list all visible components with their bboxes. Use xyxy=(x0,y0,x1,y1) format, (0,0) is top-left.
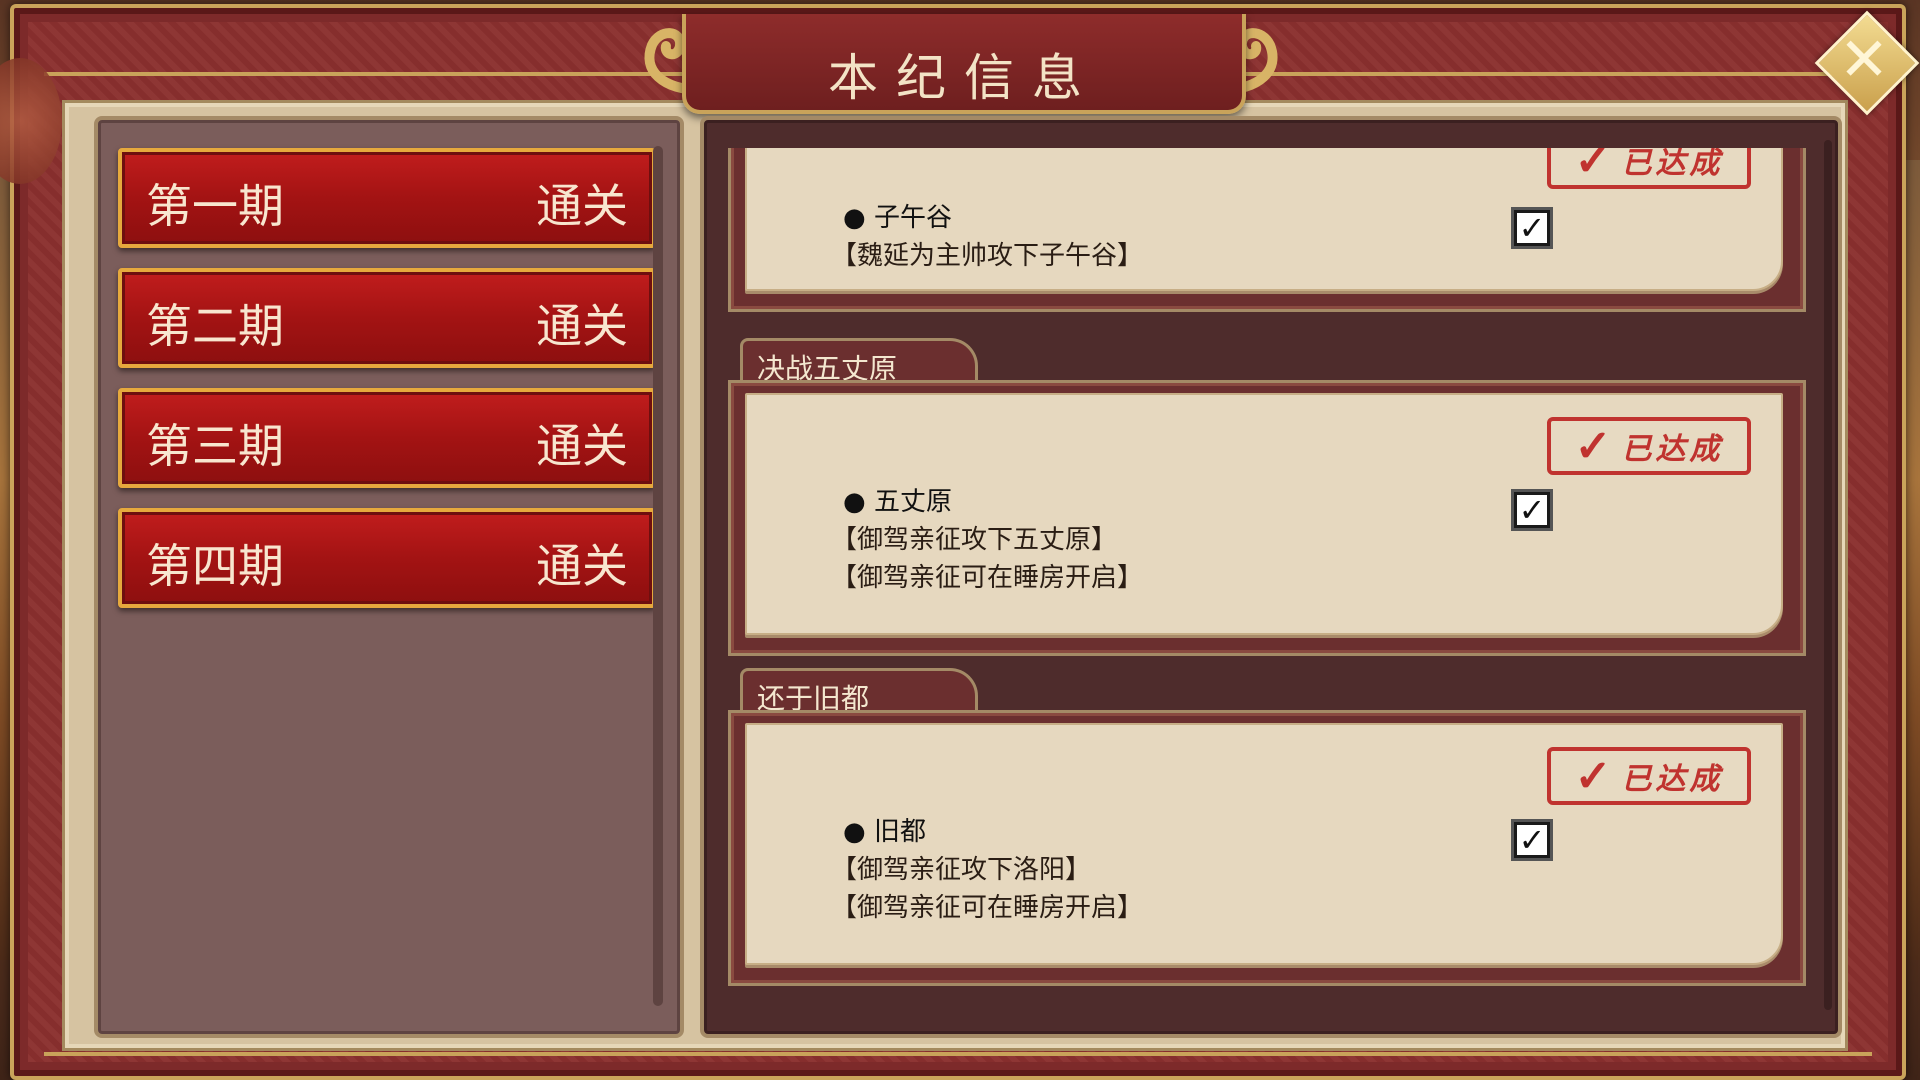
frame-gold-trim-bottom xyxy=(44,1052,1872,1056)
page-title: 本纪信息 xyxy=(828,49,1100,107)
objective-condition: 【御驾亲征可在睡房开启】 xyxy=(831,893,1144,923)
period-name: 第三期 xyxy=(146,419,284,473)
card-paper: ✓ 已达成 ● 旧都 【御驾亲征攻下洛阳】 【御驾亲征可在睡房开启】 ✓ xyxy=(745,723,1783,965)
objective-title: ● 五丈原 xyxy=(843,481,952,518)
card-paper: ✓ 已达成 ● 子午谷 【魏延为主帅攻下子午谷】 ✓ xyxy=(745,148,1783,291)
close-x-icon: ✕ xyxy=(1838,25,1890,95)
stamp-text: 已达成 xyxy=(1621,148,1724,181)
achievement-list-scrollbar[interactable] xyxy=(1824,140,1832,1010)
section-tab: 决战五丈原 xyxy=(740,338,978,385)
objective-condition: 【御驾亲征攻下洛阳】 xyxy=(831,855,1092,885)
achievement-card: ✓ 已达成 ● 旧都 【御驾亲征攻下洛阳】 【御驾亲征可在睡房开启】 ✓ xyxy=(728,710,1806,986)
period-name: 第二期 xyxy=(146,299,284,353)
section-tab: 还于旧都 xyxy=(740,668,978,715)
objective-checkbox[interactable]: ✓ xyxy=(1511,207,1553,249)
period-status: 通关 xyxy=(536,179,628,233)
achievement-card: ✓ 已达成 ● 五丈原 【御驾亲征攻下五丈原】 【御驾亲征可在睡房开启】 ✓ xyxy=(728,380,1806,656)
achieved-stamp: ✓ 已达成 xyxy=(1547,417,1751,475)
objective-title: ● 子午谷 xyxy=(843,197,952,234)
objective-name: 五丈原 xyxy=(873,487,952,517)
check-icon: ✓ xyxy=(1574,750,1616,802)
period-list-panel: 第一期 通关 第二期 通关 第三期 通关 第四期 通关 xyxy=(94,116,684,1038)
objective-condition: 【御驾亲征攻下五丈原】 xyxy=(831,525,1118,555)
stamp-text: 已达成 xyxy=(1621,432,1724,467)
stamp-text: 已达成 xyxy=(1621,762,1724,797)
achievement-list-scroll[interactable]: ✓ 已达成 ● 子午谷 【魏延为主帅攻下子午谷】 ✓ 决战五丈原 ✓ 已达成 ●… xyxy=(728,148,1814,1010)
objective-condition: 【魏延为主帅攻下子午谷】 xyxy=(831,241,1144,271)
check-icon: ✓ xyxy=(1574,420,1616,472)
period-status: 通关 xyxy=(536,539,628,593)
achieved-stamp: ✓ 已达成 xyxy=(1547,148,1751,189)
achievement-list-panel: ✓ 已达成 ● 子午谷 【魏延为主帅攻下子午谷】 ✓ 决战五丈原 ✓ 已达成 ●… xyxy=(700,116,1842,1038)
achieved-stamp: ✓ 已达成 xyxy=(1547,747,1751,805)
card-paper: ✓ 已达成 ● 五丈原 【御驾亲征攻下五丈原】 【御驾亲征可在睡房开启】 ✓ xyxy=(745,393,1783,635)
objective-name: 子午谷 xyxy=(873,203,952,233)
objective-condition: 【御驾亲征可在睡房开启】 xyxy=(831,563,1144,593)
close-button[interactable]: ✕ xyxy=(1814,10,1920,116)
objective-name: 旧都 xyxy=(873,817,926,847)
period-button-1[interactable]: 第一期 通关 xyxy=(118,148,656,248)
bullet-icon: ● xyxy=(843,487,874,517)
period-name: 第一期 xyxy=(146,179,284,233)
objective-title: ● 旧都 xyxy=(843,811,926,848)
period-status: 通关 xyxy=(536,419,628,473)
objective-checkbox[interactable]: ✓ xyxy=(1511,819,1553,861)
title-plaque: 本纪信息 xyxy=(682,14,1246,114)
period-list-scrollbar[interactable] xyxy=(653,146,663,1006)
period-button-3[interactable]: 第三期 通关 xyxy=(118,388,656,488)
bullet-icon: ● xyxy=(843,203,874,233)
achievement-card: ✓ 已达成 ● 子午谷 【魏延为主帅攻下子午谷】 ✓ xyxy=(728,148,1806,312)
period-button-2[interactable]: 第二期 通关 xyxy=(118,268,656,368)
period-status: 通关 xyxy=(536,299,628,353)
objective-checkbox[interactable]: ✓ xyxy=(1511,489,1553,531)
check-icon: ✓ xyxy=(1574,148,1616,186)
game-screen: 本纪信息 ✕ 第一期 通关 第二期 通关 第三期 通关 第四期 通关 ✓ 已达成… xyxy=(0,0,1920,1080)
period-button-4[interactable]: 第四期 通关 xyxy=(118,508,656,608)
period-name: 第四期 xyxy=(146,539,284,593)
bullet-icon: ● xyxy=(843,817,874,847)
